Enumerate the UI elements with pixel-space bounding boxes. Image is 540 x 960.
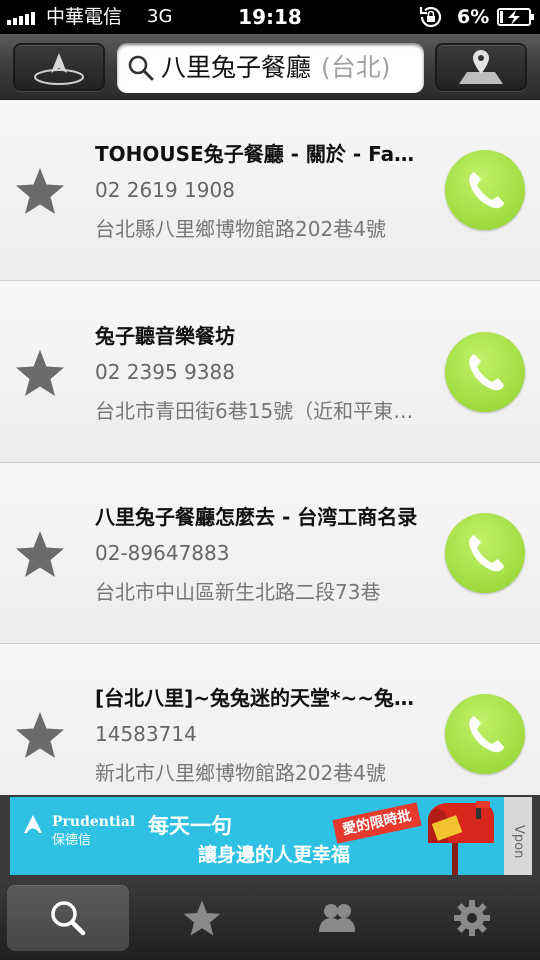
phone-icon: [469, 172, 504, 209]
ad-banner[interactable]: Prudential 保德信 每天一句 讓身邊的人更幸福 愛的限時批 Vpon: [0, 795, 540, 877]
status-bar: 中華電信 3G 19:18 6%: [0, 0, 540, 34]
list-item[interactable]: 兔子聽音樂餐坊 02 2395 9388 台北市青田街6巷15號（近和平東路）: [0, 282, 540, 463]
map-pin-icon: [459, 50, 503, 84]
result-phone: 02 2619 1908: [95, 178, 235, 202]
result-title: TOHOUSE兔子餐廳 - 關於 - Facebook: [95, 142, 425, 166]
mailbox-icon: [428, 801, 494, 875]
star-icon: [183, 900, 221, 936]
result-address: 新北市八里鄉博物館路202巷4號: [95, 761, 386, 785]
ad-brand-chinese: 保德信: [52, 833, 92, 848]
search-icon: [51, 901, 86, 936]
tab-search[interactable]: [7, 885, 129, 951]
ad-network-label: Vpon: [511, 825, 526, 859]
results-list[interactable]: TOHOUSE兔子餐廳 - 關於 - Facebook 02 2619 1908…: [0, 100, 540, 795]
ad-brand: Prudential: [52, 814, 136, 830]
list-item[interactable]: TOHOUSE兔子餐廳 - 關於 - Facebook 02 2619 1908…: [0, 100, 540, 281]
tab-favorites[interactable]: [141, 885, 263, 951]
call-button[interactable]: [445, 332, 525, 412]
gear-icon: [454, 900, 490, 936]
battery-percent: 6%: [457, 6, 490, 28]
search-query: 八里兔子餐廳: [161, 53, 312, 82]
call-button[interactable]: [445, 513, 525, 593]
rotation-lock-icon: [419, 6, 442, 28]
result-phone: 02-89647883: [95, 541, 230, 565]
search-region-hint: (台北): [321, 53, 391, 82]
tab-bar: [0, 877, 540, 960]
ad-network-badge: Vpon: [504, 797, 532, 875]
call-button[interactable]: [445, 694, 525, 774]
favorite-star-icon[interactable]: [14, 710, 66, 760]
result-address: 台北市青田街6巷15號（近和平東路）: [95, 399, 433, 423]
phone-icon: [469, 354, 504, 391]
tab-settings[interactable]: [411, 885, 533, 951]
map-button[interactable]: [435, 43, 527, 91]
list-item[interactable]: [台北八里]~兔兔迷的天堂*~~兔子餐廳 14583714 新北市八里鄉博物館路…: [0, 644, 540, 795]
ad-tag: 愛的限時批: [332, 802, 422, 844]
result-title: 兔子聽音樂餐坊: [95, 324, 235, 348]
call-button[interactable]: [445, 150, 525, 230]
favorite-star-icon[interactable]: [14, 348, 66, 398]
search-field[interactable]: 八里兔子餐廳 (台北): [117, 43, 424, 93]
phone-icon: [469, 716, 504, 753]
result-title: [台北八里]~兔兔迷的天堂*~~兔子餐廳: [95, 686, 425, 710]
result-address: 台北縣八里鄉博物館路202巷4號: [95, 217, 386, 241]
location-arrow-icon: [34, 53, 84, 85]
result-phone: 14583714: [95, 722, 197, 746]
top-bar: 八里兔子餐廳 (台北): [0, 34, 540, 100]
result-address: 台北市中山區新生北路二段73巷: [95, 580, 381, 604]
prudential-logo: [24, 815, 42, 833]
ad-headline: 每天一句: [148, 814, 232, 838]
battery-charging-icon: [497, 8, 534, 26]
ad-content[interactable]: Prudential 保德信 每天一句 讓身邊的人更幸福 愛的限時批 Vpon: [10, 797, 532, 875]
search-icon: [128, 55, 154, 81]
result-phone: 02 2395 9388: [95, 360, 235, 384]
phone-icon: [469, 535, 504, 572]
location-compass-button[interactable]: [13, 43, 105, 91]
favorite-star-icon[interactable]: [14, 529, 66, 579]
tab-contacts[interactable]: [276, 885, 398, 951]
contacts-icon: [319, 904, 355, 932]
ad-subline: 讓身邊的人更幸福: [198, 844, 351, 866]
result-title: 八里兔子餐廳怎麼去 - 台湾工商名录: [95, 505, 418, 529]
list-item[interactable]: 八里兔子餐廳怎麼去 - 台湾工商名录 02-89647883 台北市中山區新生北…: [0, 463, 540, 644]
favorite-star-icon[interactable]: [14, 166, 66, 216]
